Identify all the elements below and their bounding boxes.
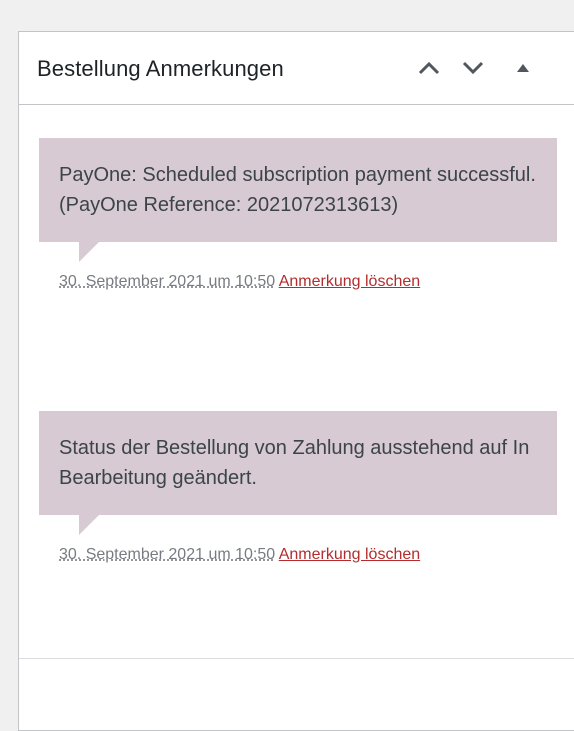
delete-note-link[interactable]: Anmerkung löschen xyxy=(279,546,420,563)
toggle-panel-button[interactable] xyxy=(509,54,537,82)
note-content: Status der Bestellung von Zahlung ausste… xyxy=(39,411,557,535)
panel-header: Bestellung Anmerkungen xyxy=(19,32,574,105)
delete-note-link[interactable]: Anmerkung löschen xyxy=(279,273,420,290)
note-date: 30. September 2021 um 10:50 xyxy=(59,546,276,563)
move-down-button[interactable] xyxy=(459,54,487,82)
move-up-button[interactable] xyxy=(415,54,443,82)
note-content: PayOne: Scheduled subscription payment s… xyxy=(39,138,557,262)
note-text: PayOne: Scheduled subscription payment s… xyxy=(59,164,536,216)
note-text: Status der Bestellung von Zahlung ausste… xyxy=(59,437,530,489)
panel-title: Bestellung Anmerkungen xyxy=(37,56,284,81)
note-meta: 30. September 2021 um 10:50 Anmerkung lö… xyxy=(39,543,557,567)
chevron-down-icon xyxy=(462,61,484,75)
chevron-up-icon xyxy=(418,61,440,75)
triangle-up-icon xyxy=(517,64,529,72)
divider xyxy=(19,658,574,659)
order-notes-panel: Bestellung Anmerkungen PayOne: Scheduled… xyxy=(18,31,574,731)
note-date: 30. September 2021 um 10:50 xyxy=(59,273,276,290)
order-note: PayOne: Scheduled subscription payment s… xyxy=(39,138,557,294)
note-meta: 30. September 2021 um 10:50 Anmerkung lö… xyxy=(39,270,557,294)
order-note: Status der Bestellung von Zahlung ausste… xyxy=(39,411,557,567)
